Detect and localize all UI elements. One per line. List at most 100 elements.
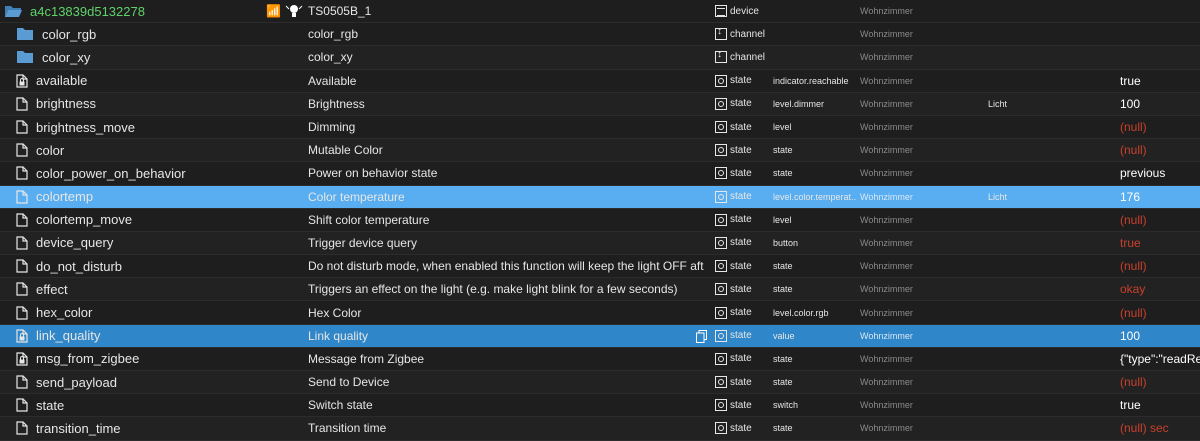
object-value[interactable]: 100 (1120, 325, 1200, 347)
object-value[interactable]: previous (1120, 162, 1200, 184)
object-role: value (773, 330, 795, 341)
file-lock-icon (16, 74, 28, 88)
file-icon (16, 305, 28, 320)
file-icon (16, 97, 28, 111)
object-value[interactable]: (null) sec (1120, 417, 1200, 439)
object-function (988, 162, 1088, 184)
state-type-icon (715, 422, 727, 435)
tree-row[interactable]: msg_from_zigbee Message from Zigbee state s… (0, 347, 1200, 371)
file-lock-icon (16, 352, 28, 366)
object-role: level.dimmer (773, 98, 825, 109)
object-id-cell: hex_color (16, 301, 286, 323)
object-type: state (730, 307, 752, 319)
object-value[interactable] (1120, 23, 1200, 45)
object-id-cell: device_query (16, 232, 286, 254)
file-icon (16, 282, 28, 296)
object-value[interactable]: true (1120, 394, 1200, 416)
object-id-cell: colortemp_move (16, 209, 286, 231)
object-type: channel (730, 51, 766, 63)
object-type: state (730, 167, 752, 179)
tree-row[interactable]: available Available state indicator.reachab… (0, 69, 1200, 93)
object-id: colortemp (36, 189, 94, 205)
tree-row[interactable]: colortemp Color temperature state level.col… (0, 185, 1200, 209)
object-type: state (730, 75, 752, 87)
tree-row[interactable]: device_query Trigger device query state but… (0, 231, 1200, 256)
object-function: Licht (988, 98, 1008, 109)
object-value[interactable]: (null) (1120, 371, 1200, 393)
object-id-cell: brightness_move (16, 116, 286, 138)
tree-row[interactable]: color_power_on_behavior Power on behavior… (0, 162, 1200, 186)
object-type: state (730, 330, 752, 342)
object-value[interactable]: (null) (1120, 209, 1200, 231)
object-type: state (730, 191, 752, 203)
object-type-cell: state (715, 162, 771, 184)
object-function (988, 348, 1088, 370)
object-room: Wohnzimmer (860, 330, 913, 341)
object-id: brightness (36, 96, 96, 112)
object-id: colortemp_move (36, 212, 133, 228)
object-function (988, 278, 1088, 300)
folder-icon[interactable] (16, 27, 34, 41)
object-type: state (730, 283, 752, 295)
object-id-cell: brightness (16, 93, 286, 115)
tree-row[interactable]: brightness_move Dimming state level Wohnzimm… (0, 115, 1200, 140)
object-type-cell: state (715, 232, 771, 254)
tree-row[interactable]: effect Triggers an effect on the light (e… (0, 278, 1200, 302)
tree-row[interactable]: send_payload Send to Device state state Wohn… (0, 371, 1200, 395)
tree-row[interactable]: brightness Brightness state level.dimmer Woh… (0, 92, 1200, 116)
device-id: a4c13839d5132278 (30, 3, 145, 19)
object-value[interactable]: true (1120, 232, 1200, 254)
object-function (988, 232, 1088, 254)
tree-row[interactable]: color_rgb color_rgb channel Wohnzimmer (0, 23, 1200, 47)
object-value[interactable]: (null) (1120, 301, 1200, 323)
object-id-cell: color_rgb (16, 23, 286, 45)
object-id-cell: state (16, 394, 286, 416)
device-type-cell: device (715, 0, 771, 22)
tree-row[interactable]: link_quality Link quality state value Wohnzi… (0, 324, 1200, 348)
folder-open-icon[interactable] (4, 4, 22, 18)
object-type-cell: state (715, 70, 771, 92)
object-value[interactable]: {"type":"readRes (1120, 348, 1200, 370)
object-value[interactable]: (null) (1120, 139, 1200, 161)
folder-icon[interactable] (16, 50, 34, 64)
tree-row[interactable]: colortemp_move Shift color temperature sta… (0, 208, 1200, 232)
tree-row[interactable]: state Switch state state switch Wohnzimmer tr… (0, 394, 1200, 418)
object-function (988, 139, 1088, 161)
device-row[interactable]: a4c13839d5132278 📶 TS0505B_1 device Wohn… (0, 0, 1200, 24)
object-role (773, 46, 856, 68)
object-function (988, 371, 1088, 393)
object-role: level.color.temperat... (773, 191, 856, 202)
object-value[interactable]: 100 (1120, 93, 1200, 115)
file-icon (16, 189, 28, 204)
state-type-icon (715, 190, 727, 203)
object-type: state (730, 144, 752, 156)
state-type-icon (715, 144, 727, 157)
object-value[interactable]: 176 (1120, 186, 1200, 208)
object-room: Wohnzimmer (860, 307, 913, 318)
object-value[interactable]: true (1120, 70, 1200, 92)
object-room: Wohnzimmer (860, 191, 913, 202)
object-type-cell: state (715, 255, 771, 277)
tree-row[interactable]: do_not_disturb Do not disturb mode, when … (0, 255, 1200, 279)
tree-row[interactable]: color_xy color_xy channel Wohnzimmer (0, 46, 1200, 70)
tree-row[interactable]: transition_time Transition time state state… (0, 417, 1200, 441)
object-tree: a4c13839d5132278 📶 TS0505B_1 device Wohn… (0, 0, 1200, 441)
object-value[interactable]: okay (1120, 278, 1200, 300)
object-function (988, 417, 1088, 439)
file-icon (16, 213, 28, 227)
object-name: Do not disturb mode, when enabled this f… (308, 259, 704, 274)
copy-icon[interactable] (696, 329, 707, 343)
object-type-cell: channel (715, 46, 771, 68)
object-value[interactable]: (null) (1120, 116, 1200, 138)
object-role: state (773, 377, 793, 388)
object-role: state (773, 145, 793, 156)
file-icon (16, 259, 28, 273)
object-type-cell: channel (715, 23, 771, 45)
object-value[interactable] (1120, 46, 1200, 68)
object-value[interactable]: (null) (1120, 255, 1200, 277)
object-type: state (730, 237, 752, 249)
tree-row[interactable]: hex_color Hex Color state level.color.rgb Wo… (0, 301, 1200, 325)
tree-row[interactable]: color Mutable Color state state Wohnzimmer (n… (0, 139, 1200, 163)
state-type-icon (715, 236, 727, 249)
file-icon (16, 398, 28, 412)
